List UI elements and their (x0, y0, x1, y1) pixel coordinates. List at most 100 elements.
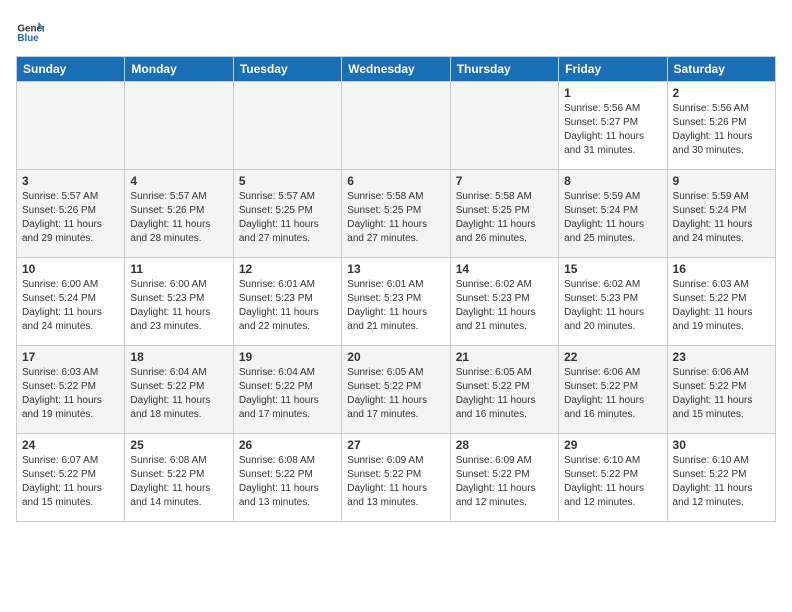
calendar-day-cell: 15 Sunrise: 6:02 AMSunset: 5:23 PMDayligh… (559, 258, 667, 346)
calendar-day-cell: 10 Sunrise: 6:00 AMSunset: 5:24 PMDayligh… (17, 258, 125, 346)
calendar-day-cell: 19 Sunrise: 6:04 AMSunset: 5:22 PMDayligh… (233, 346, 341, 434)
day-of-week-header: Thursday (450, 57, 558, 82)
day-number: 19 (239, 350, 336, 364)
calendar-day-cell: 25 Sunrise: 6:08 AMSunset: 5:22 PMDayligh… (125, 434, 233, 522)
day-info: Sunrise: 5:58 AMSunset: 5:25 PMDaylight:… (347, 190, 444, 246)
day-number: 3 (22, 174, 119, 188)
day-info: Sunrise: 6:06 AMSunset: 5:22 PMDaylight:… (564, 366, 661, 422)
calendar-day-cell: 13 Sunrise: 6:01 AMSunset: 5:23 PMDayligh… (342, 258, 450, 346)
calendar-day-cell: 9 Sunrise: 5:59 AMSunset: 5:24 PMDaylight… (667, 170, 775, 258)
calendar-day-cell: 22 Sunrise: 6:06 AMSunset: 5:22 PMDayligh… (559, 346, 667, 434)
day-number: 11 (130, 262, 227, 276)
day-number: 24 (22, 438, 119, 452)
day-info: Sunrise: 6:08 AMSunset: 5:22 PMDaylight:… (239, 454, 336, 510)
day-number: 5 (239, 174, 336, 188)
calendar-day-cell: 3 Sunrise: 5:57 AMSunset: 5:26 PMDaylight… (17, 170, 125, 258)
calendar-day-cell: 20Sunrise: 6:05 AMSunset: 5:22 PMDayligh… (342, 346, 450, 434)
day-number: 2 (673, 86, 770, 100)
day-info: Sunrise: 6:01 AMSunset: 5:23 PMDaylight:… (347, 278, 444, 334)
day-number: 22 (564, 350, 661, 364)
calendar-day-cell: 29 Sunrise: 6:10 AMSunset: 5:22 PMDayligh… (559, 434, 667, 522)
day-info: Sunrise: 6:01 AMSunset: 5:23 PMDaylight:… (239, 278, 336, 334)
day-info: Sunrise: 5:59 AMSunset: 5:24 PMDaylight:… (673, 190, 770, 246)
calendar-day-cell: 18 Sunrise: 6:04 AMSunset: 5:22 PMDayligh… (125, 346, 233, 434)
day-number: 8 (564, 174, 661, 188)
day-info: Sunrise: 5:57 AMSunset: 5:26 PMDaylight:… (22, 190, 119, 246)
day-number: 30 (673, 438, 770, 452)
calendar-day-cell (342, 82, 450, 170)
day-info: Sunrise: 6:10 AMSunset: 5:22 PMDaylight:… (564, 454, 661, 510)
calendar-day-cell: 2 Sunrise: 5:56 AMSunset: 5:26 PMDaylight… (667, 82, 775, 170)
day-info: Sunrise: 5:58 AMSunset: 5:25 PMDaylight:… (456, 190, 553, 246)
svg-text:Blue: Blue (17, 33, 39, 44)
day-info: Sunrise: 6:03 AMSunset: 5:22 PMDaylight:… (22, 366, 119, 422)
day-number: 17 (22, 350, 119, 364)
calendar-day-cell: 4 Sunrise: 5:57 AMSunset: 5:26 PMDaylight… (125, 170, 233, 258)
day-info: Sunrise: 5:57 AMSunset: 5:25 PMDaylight:… (239, 190, 336, 246)
calendar-day-cell: 17 Sunrise: 6:03 AMSunset: 5:22 PMDayligh… (17, 346, 125, 434)
day-info: Sunrise: 6:03 AMSunset: 5:22 PMDaylight:… (673, 278, 770, 334)
day-number: 28 (456, 438, 553, 452)
day-number: 25 (130, 438, 227, 452)
calendar-day-cell: 30 Sunrise: 6:10 AMSunset: 5:22 PMDayligh… (667, 434, 775, 522)
day-of-week-header: Friday (559, 57, 667, 82)
calendar-day-cell (125, 82, 233, 170)
calendar-week-row: 10 Sunrise: 6:00 AMSunset: 5:24 PMDayligh… (17, 258, 776, 346)
day-info: Sunrise: 6:08 AMSunset: 5:22 PMDaylight:… (130, 454, 227, 510)
calendar-day-cell: 6 Sunrise: 5:58 AMSunset: 5:25 PMDaylight… (342, 170, 450, 258)
day-info: Sunrise: 6:02 AMSunset: 5:23 PMDaylight:… (564, 278, 661, 334)
day-number: 18 (130, 350, 227, 364)
day-number: 6 (347, 174, 444, 188)
calendar-day-cell (233, 82, 341, 170)
day-number: 1 (564, 86, 661, 100)
day-info: Sunrise: 6:00 AMSunset: 5:24 PMDaylight:… (22, 278, 119, 334)
calendar-week-row: 24Sunrise: 6:07 AMSunset: 5:22 PMDayligh… (17, 434, 776, 522)
day-number: 15 (564, 262, 661, 276)
calendar-day-cell: 16 Sunrise: 6:03 AMSunset: 5:22 PMDayligh… (667, 258, 775, 346)
day-number: 14 (456, 262, 553, 276)
day-number: 29 (564, 438, 661, 452)
day-number: 13 (347, 262, 444, 276)
day-info: Sunrise: 6:06 AMSunset: 5:22 PMDaylight:… (673, 366, 770, 422)
day-info: Sunrise: 5:56 AMSunset: 5:26 PMDaylight:… (673, 102, 770, 158)
day-info: Sunrise: 5:59 AMSunset: 5:24 PMDaylight:… (564, 190, 661, 246)
calendar-day-cell: 8 Sunrise: 5:59 AMSunset: 5:24 PMDaylight… (559, 170, 667, 258)
day-info: Sunrise: 5:57 AMSunset: 5:26 PMDaylight:… (130, 190, 227, 246)
day-number: 16 (673, 262, 770, 276)
day-info: Sunrise: 6:04 AMSunset: 5:22 PMDaylight:… (239, 366, 336, 422)
calendar-day-cell: 23 Sunrise: 6:06 AMSunset: 5:22 PMDayligh… (667, 346, 775, 434)
day-number: 27 (347, 438, 444, 452)
day-of-week-header: Wednesday (342, 57, 450, 82)
calendar-day-cell: 24Sunrise: 6:07 AMSunset: 5:22 PMDayligh… (17, 434, 125, 522)
calendar-day-cell: 14 Sunrise: 6:02 AMSunset: 5:23 PMDayligh… (450, 258, 558, 346)
day-number: 10 (22, 262, 119, 276)
calendar-header-row: SundayMondayTuesdayWednesdayThursdayFrid… (17, 57, 776, 82)
calendar-day-cell (17, 82, 125, 170)
day-number: 21 (456, 350, 553, 364)
calendar-day-cell: 1Sunrise: 5:56 AMSunset: 5:27 PMDaylight… (559, 82, 667, 170)
day-number: 7 (456, 174, 553, 188)
day-number: 4 (130, 174, 227, 188)
day-number: 23 (673, 350, 770, 364)
day-number: 20 (347, 350, 444, 364)
calendar-day-cell: 27 Sunrise: 6:09 AMSunset: 5:22 PMDayligh… (342, 434, 450, 522)
calendar-table: SundayMondayTuesdayWednesdayThursdayFrid… (16, 56, 776, 522)
day-info: Sunrise: 6:04 AMSunset: 5:22 PMDaylight:… (130, 366, 227, 422)
calendar-day-cell: 26Sunrise: 6:08 AMSunset: 5:22 PMDayligh… (233, 434, 341, 522)
day-info: Sunrise: 6:02 AMSunset: 5:23 PMDaylight:… (456, 278, 553, 334)
day-number: 9 (673, 174, 770, 188)
calendar-day-cell: 7 Sunrise: 5:58 AMSunset: 5:25 PMDaylight… (450, 170, 558, 258)
day-info: Sunrise: 6:09 AMSunset: 5:22 PMDaylight:… (347, 454, 444, 510)
calendar-day-cell (450, 82, 558, 170)
day-info: Sunrise: 6:09 AMSunset: 5:22 PMDaylight:… (456, 454, 553, 510)
logo: General Blue (16, 16, 48, 44)
calendar-week-row: 17 Sunrise: 6:03 AMSunset: 5:22 PMDayligh… (17, 346, 776, 434)
day-of-week-header: Sunday (17, 57, 125, 82)
calendar-day-cell: 12 Sunrise: 6:01 AMSunset: 5:23 PMDayligh… (233, 258, 341, 346)
day-number: 12 (239, 262, 336, 276)
day-info: Sunrise: 6:10 AMSunset: 5:22 PMDaylight:… (673, 454, 770, 510)
day-of-week-header: Monday (125, 57, 233, 82)
day-of-week-header: Saturday (667, 57, 775, 82)
logo-icon: General Blue (16, 16, 44, 44)
calendar-day-cell: 5 Sunrise: 5:57 AMSunset: 5:25 PMDaylight… (233, 170, 341, 258)
